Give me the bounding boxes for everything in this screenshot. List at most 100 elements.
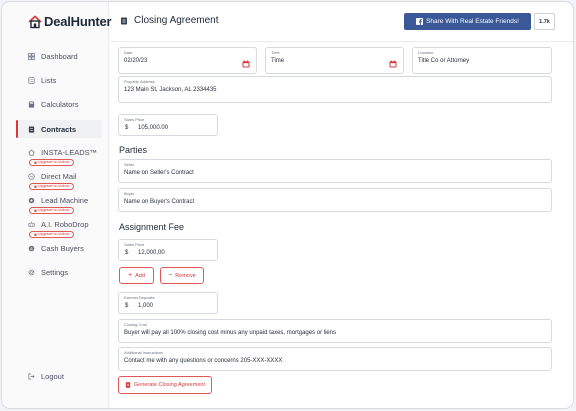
property-address-value: 123 Main St, Jackson, AL 2334435	[124, 87, 217, 93]
date-value: 02/20/23	[124, 58, 148, 64]
sales-price-value: 105,000.00	[138, 125, 169, 131]
logout-icon	[28, 373, 35, 380]
currency-symbol: $	[125, 125, 129, 131]
time-value: Time	[271, 58, 285, 64]
sidebar-item-label: Settings	[41, 268, 69, 277]
page-title-text: Closing Agreement	[134, 15, 219, 26]
house-logo-icon	[28, 14, 42, 28]
upgrade-badge-label: Upgrade to Unlock	[38, 184, 70, 188]
upgrade-badge-label: Upgrade to Unlock	[38, 232, 70, 236]
date-field[interactable]: Date 02/20/23	[118, 47, 257, 74]
earnest-deposits-field[interactable]: Earnest Deposits $ 1,000	[118, 292, 218, 314]
facebook-icon	[416, 18, 424, 25]
top-header: Closing Agreement Share With Real Estate…	[110, 2, 573, 42]
sidebar-item-settings[interactable]: Settings	[28, 268, 68, 277]
seller-value: Name on Seller's Contract	[124, 170, 194, 176]
brand-logo[interactable]: DealHunter	[28, 14, 112, 29]
sidebar-item-contracts[interactable]: Contracts	[16, 120, 102, 138]
location-field[interactable]: Location Title Co or Attorney	[412, 47, 552, 74]
closing-cost-label: Closing Cost	[124, 322, 147, 327]
sidebar-item-label: Contracts	[41, 124, 77, 134]
share-count: 1.7k	[534, 13, 555, 30]
earnest-deposits-value: 1,000	[138, 303, 154, 309]
upgrade-badge-label: Upgrade to Unlock	[38, 160, 70, 164]
calendar-icon[interactable]	[389, 60, 397, 68]
home-icon	[28, 149, 35, 156]
brand-name: DealHunter	[44, 14, 112, 29]
sidebar-item-cash-buyers[interactable]: $ Cash Buyers	[28, 244, 84, 253]
seller-label: Seller	[124, 162, 135, 167]
remove-button[interactable]: − Remove	[160, 267, 204, 284]
sidebar-item-label: Dashboard	[41, 52, 78, 61]
sidebar-item-insta-leads[interactable]: INSTA-LEADS™	[28, 148, 97, 157]
generate-label: Generate Closing Agreement	[134, 382, 205, 388]
calculator-icon	[28, 101, 35, 108]
sidebar-item-label: Direct Mail	[41, 172, 77, 181]
app-frame: DealHunter Dashboard Lists Calculators C…	[1, 1, 574, 409]
add-label: Add	[135, 272, 145, 279]
sidebar-item-label: Calculators	[41, 100, 79, 109]
share-label: Share With Real Estate Friends!	[426, 18, 519, 25]
sales-price-field[interactable]: Sales Price $ 105,000.00	[118, 114, 218, 136]
document-icon	[125, 382, 131, 388]
gear-icon	[28, 269, 35, 276]
sidebar-item-label: A.I. RoboDrop	[41, 220, 89, 229]
upgrade-badge[interactable]: Upgrade to Unlock	[29, 159, 75, 166]
lock-icon	[34, 209, 37, 212]
generate-closing-agreement-button[interactable]: Generate Closing Agreement	[118, 376, 212, 394]
assignment-price-value: 12,000,00	[138, 250, 165, 256]
time-field[interactable]: Time Time	[265, 47, 404, 74]
contract-icon	[121, 17, 127, 24]
closing-cost-field[interactable]: Closing Cost Buyer will pay all 100% clo…	[118, 319, 552, 343]
mail-icon	[28, 173, 35, 180]
sidebar-item-label: INSTA-LEADS™	[41, 148, 98, 157]
sidebar-item-label: Lead Machine	[41, 196, 89, 205]
calendar-icon[interactable]	[242, 60, 250, 68]
sidebar-item-dashboard[interactable]: Dashboard	[28, 52, 78, 61]
upgrade-badge[interactable]: Upgrade to Unlock	[29, 183, 75, 190]
upgrade-badge[interactable]: Upgrade to Unlock	[29, 207, 75, 214]
additional-instructions-label: Additional Instructions	[124, 350, 164, 355]
sales-price-label: Sales Price	[124, 117, 145, 122]
target-icon	[28, 197, 35, 204]
property-address-field[interactable]: Property Address 123 Main St, Jackson, A…	[118, 76, 552, 103]
sidebar-item-calculators[interactable]: Calculators	[28, 100, 79, 109]
lock-icon	[34, 233, 37, 236]
parties-heading: Parties	[119, 145, 148, 155]
lock-icon	[34, 185, 37, 188]
currency-symbol: $	[125, 250, 129, 256]
date-label: Date	[124, 50, 133, 55]
logout-button[interactable]: Logout	[28, 372, 64, 381]
lock-icon	[34, 161, 37, 164]
logout-label: Logout	[41, 372, 64, 381]
minus-icon: −	[168, 272, 173, 279]
buyer-field[interactable]: Buyer Name on Buyer's Contract	[118, 188, 552, 212]
location-label: Location	[418, 50, 434, 55]
sidebar-item-lists[interactable]: Lists	[28, 76, 56, 85]
earnest-deposits-label: Earnest Deposits	[124, 295, 155, 300]
sidebar-item-direct-mail[interactable]: Direct Mail	[28, 172, 76, 181]
additional-instructions-value: Contact me with any questions or concern…	[124, 358, 283, 364]
seller-field[interactable]: Seller Name on Seller's Contract	[118, 159, 552, 183]
list-icon	[28, 77, 35, 84]
add-button[interactable]: + Add	[119, 267, 154, 284]
contract-icon	[28, 125, 35, 133]
upgrade-badge-label: Upgrade to Unlock	[38, 208, 70, 212]
buyer-value: Name on Buyer's Contract	[124, 199, 195, 205]
remove-label: Remove	[175, 272, 196, 279]
time-label: Time	[271, 50, 280, 55]
closing-cost-value: Buyer will pay all 100% closing cost min…	[124, 330, 337, 336]
assignment-price-label: Sales Price	[124, 242, 145, 247]
sidebar-item-lead-machine[interactable]: Lead Machine	[28, 196, 88, 205]
upgrade-badge[interactable]: Upgrade to Unlock	[29, 231, 75, 238]
assignment-price-field[interactable]: Sales Price $ 12,000,00	[118, 239, 218, 261]
facebook-share-button[interactable]: Share With Real Estate Friends!	[404, 13, 531, 30]
sidebar: DealHunter Dashboard Lists Calculators C…	[2, 2, 112, 408]
sidebar-item-label: Lists	[41, 76, 57, 85]
property-address-label: Property Address	[124, 79, 155, 84]
additional-instructions-field[interactable]: Additional Instructions Contact me with …	[118, 347, 552, 371]
currency-symbol: $	[125, 303, 129, 309]
sidebar-item-robodrop[interactable]: A.I. RoboDrop	[28, 220, 89, 229]
assignment-fee-heading: Assignment Fee	[119, 222, 185, 232]
sidebar-item-label: Cash Buyers	[41, 244, 84, 253]
